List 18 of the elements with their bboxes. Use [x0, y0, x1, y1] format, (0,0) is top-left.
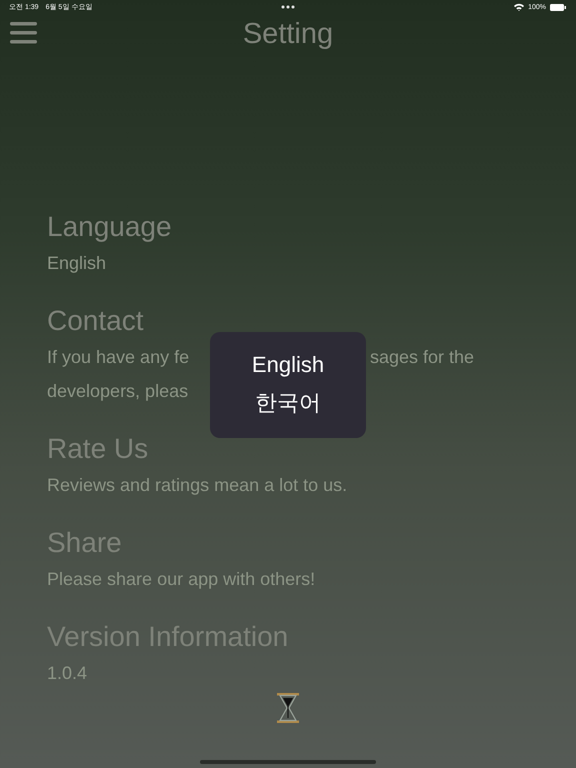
setting-description: If you have any fe	[47, 346, 190, 368]
multitasking-dots-icon	[280, 5, 294, 9]
language-option[interactable]: English	[252, 352, 324, 378]
language-option[interactable]: 한국어	[255, 388, 321, 418]
setting-title[interactable]: Language	[47, 210, 576, 244]
setting-description: Please share our app with others!	[47, 568, 316, 590]
setting-description: developers, pleas	[47, 380, 188, 402]
setting-description: 1.0.4	[47, 662, 88, 684]
menu-icon[interactable]	[10, 22, 37, 44]
setting-description: sages for the	[370, 346, 474, 368]
wifi-icon	[514, 3, 524, 11]
setting-title[interactable]: Rate Us	[47, 432, 576, 466]
setting-title[interactable]: Contact	[47, 304, 576, 338]
setting-description: Reviews and ratings mean a lot to us.	[47, 474, 348, 496]
battery-icon	[550, 4, 566, 10]
hourglass-icon	[277, 693, 299, 723]
setting-description: English	[47, 252, 106, 274]
page-title: Setting	[242, 18, 334, 50]
